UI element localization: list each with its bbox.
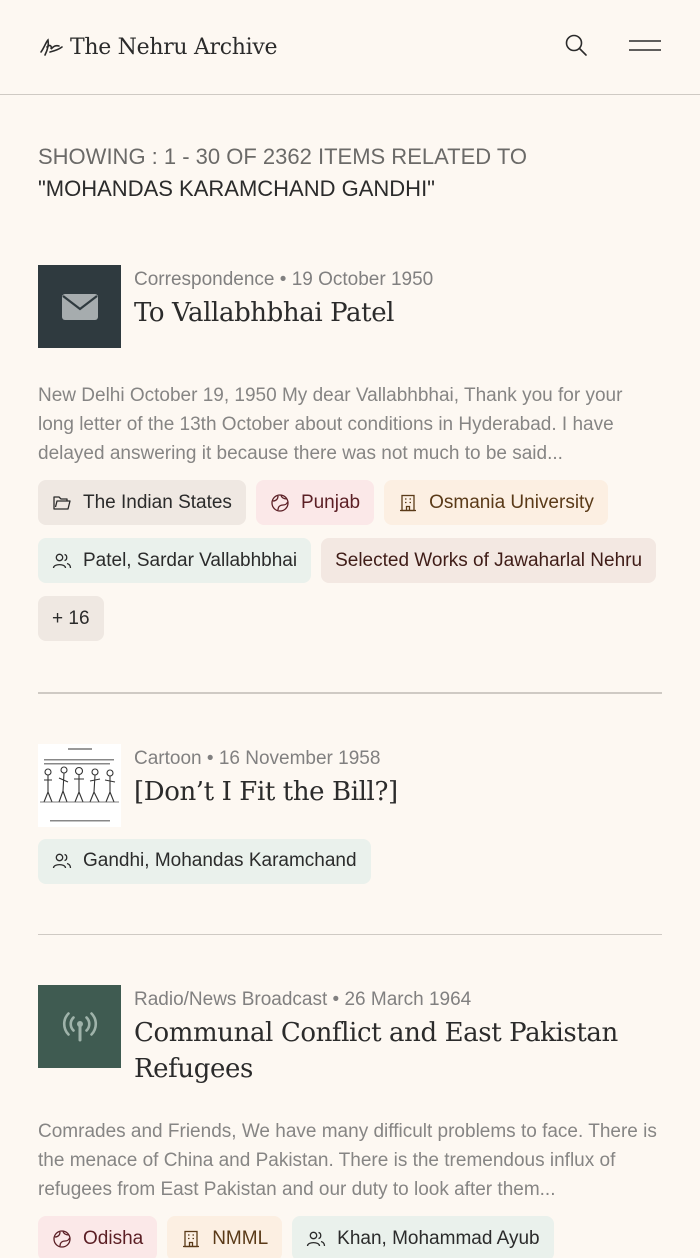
tag-label: + 16 [52, 607, 90, 629]
tag-person[interactable]: Patel, Sardar Vallabhbhai [38, 538, 312, 583]
cartoon-thumbnail [38, 743, 121, 827]
tag-label: Osmania University [429, 491, 594, 513]
result-item[interactable]: Radio/News Broadcast • 26 March 1964 Com… [0, 985, 700, 1258]
tag-organisation[interactable]: Osmania University [384, 480, 608, 525]
tag-label: Gandhi, Mohandas Karamchand [83, 850, 357, 871]
result-excerpt: Comrades and Friends, We have many diffi… [38, 1121, 657, 1200]
broadcast-icon [62, 1011, 97, 1041]
tag-list: Gandhi, Mohandas Karamchand [38, 838, 662, 884]
people-icon [307, 1231, 326, 1246]
meta-separator: • [332, 989, 340, 1010]
folder-icon [53, 495, 71, 510]
meta-separator: • [279, 269, 287, 290]
result-divider [38, 692, 662, 694]
tag-label: Selected Works of Jawaharlal Nehru [335, 549, 643, 571]
globe-icon [271, 493, 289, 512]
result-title[interactable]: [Don’t I Fit the Bill?] [134, 774, 398, 810]
result-thumbnail[interactable] [38, 985, 121, 1068]
tag-list: The Indian States Punjab Osmania Univers… [38, 480, 662, 641]
tag-label: NMML [212, 1227, 269, 1249]
result-date: 26 March 1964 [344, 989, 472, 1010]
more-tags-button[interactable]: + 16 [38, 596, 104, 641]
result-thumbnail[interactable] [38, 743, 121, 827]
result-title[interactable]: To Vallabhbhai Patel [134, 295, 433, 331]
tag-list: Odisha NMML Khan, Mohammad Ayub [38, 1216, 662, 1258]
people-icon [52, 853, 72, 869]
site-header: The Nehru Archive [0, 0, 700, 95]
result-title[interactable]: Communal Conflict and East Pakistan Refu… [134, 1015, 662, 1087]
result-date: 16 November 1958 [218, 747, 381, 769]
signature-icon [40, 38, 63, 56]
results-count-text: SHOWING : 1 - 30 OF 2362 ITEMS RELATED T… [38, 144, 528, 169]
result-item[interactable]: Cartoon • 16 November 1958 [Don’t I Fit … [0, 743, 700, 884]
tag-label: The Indian States [83, 491, 232, 513]
globe-icon [53, 1229, 71, 1248]
tag-topic[interactable]: The Indian States [38, 480, 246, 525]
building-icon [400, 494, 417, 511]
tag-organisation[interactable]: NMML [167, 1216, 283, 1258]
result-item[interactable]: Correspondence • 19 October 1950 To Vall… [0, 265, 700, 641]
site-logo[interactable]: The Nehru Archive [38, 34, 278, 60]
tag-person[interactable]: Khan, Mohammad Ayub [292, 1216, 554, 1258]
tag-label: Odisha [83, 1227, 144, 1249]
result-divider [38, 933, 662, 935]
result-type: Cartoon [134, 747, 202, 769]
result-meta: Radio/News Broadcast • 26 March 1964 [134, 987, 662, 1013]
result-type: Correspondence [134, 269, 275, 290]
envelope-icon [61, 293, 98, 320]
site-title: The Nehru Archive [70, 34, 278, 60]
result-date: 19 October 1950 [291, 269, 434, 290]
people-icon [52, 553, 72, 568]
result-meta: Cartoon • 16 November 1958 [134, 746, 398, 772]
meta-separator: • [206, 747, 214, 769]
tag-label: Khan, Mohammad Ayub [337, 1227, 540, 1249]
result-meta: Correspondence • 19 October 1950 [134, 267, 433, 293]
result-type: Radio/News Broadcast [134, 989, 328, 1010]
menu-icon[interactable] [628, 36, 662, 56]
tag-person[interactable]: Gandhi, Mohandas Karamchand [38, 838, 371, 884]
search-query: "MOHANDAS KARAMCHAND GANDHI" [38, 176, 435, 201]
tag-collection[interactable]: Selected Works of Jawaharlal Nehru [321, 538, 657, 583]
results-summary: SHOWING : 1 - 30 OF 2362 ITEMS RELATED T… [0, 141, 700, 205]
tag-place[interactable]: Punjab [255, 480, 375, 525]
tag-label: Patel, Sardar Vallabhbhai [83, 549, 298, 571]
result-thumbnail[interactable] [38, 265, 121, 348]
result-excerpt: New Delhi October 19, 1950 My dear Valla… [38, 385, 623, 464]
building-icon [183, 1230, 200, 1247]
search-icon[interactable] [564, 33, 588, 57]
tag-label: Punjab [300, 491, 361, 513]
tag-place[interactable]: Odisha [38, 1216, 158, 1258]
